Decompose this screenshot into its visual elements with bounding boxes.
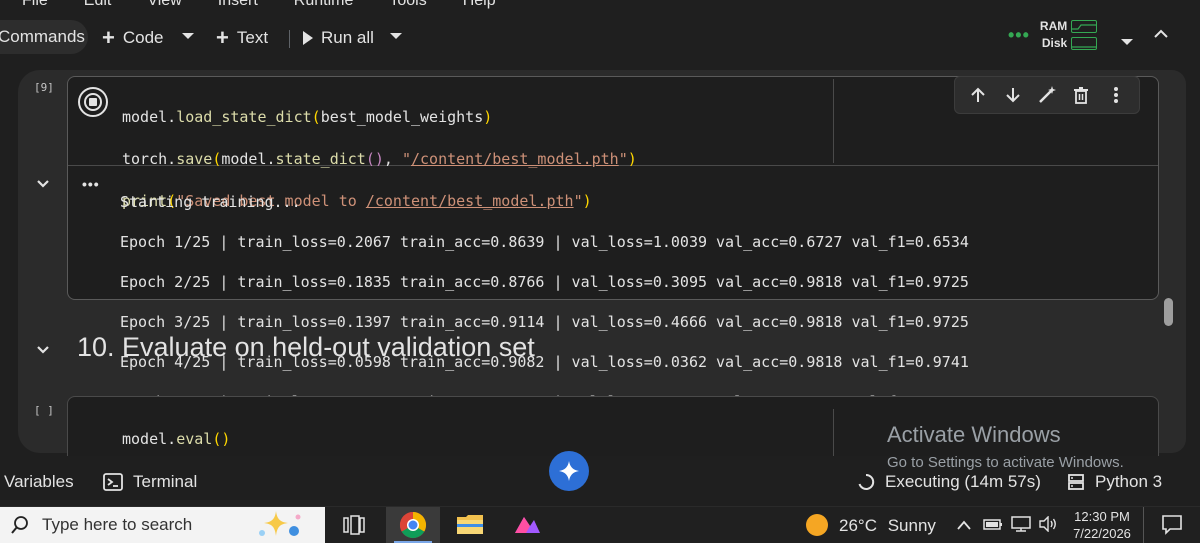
terminal-label: Terminal bbox=[133, 472, 198, 491]
menu-insert[interactable]: Insert bbox=[218, 0, 258, 10]
menu-runtime[interactable]: Runtime bbox=[294, 0, 354, 10]
clock-time: 12:30 PM bbox=[1074, 509, 1130, 524]
chevron-up-icon[interactable] bbox=[956, 518, 972, 532]
search-highlight-icon bbox=[259, 511, 301, 536]
battery-icon[interactable] bbox=[983, 517, 1003, 531]
menu-edit[interactable]: Edit bbox=[84, 0, 112, 10]
delete-icon[interactable] bbox=[1071, 85, 1091, 105]
chevron-down-icon bbox=[390, 33, 402, 39]
weather-text: Sunny bbox=[887, 516, 936, 535]
code-label: Code bbox=[122, 28, 164, 47]
toolbar-divider bbox=[289, 30, 290, 48]
output-line: Epoch 3/25 | train_loss=0.1397 train_acc… bbox=[120, 313, 969, 331]
ram-label: RAM bbox=[1039, 19, 1068, 33]
output-line: Epoch 1/25 | train_loss=0.2067 train_acc… bbox=[120, 233, 969, 251]
variables-label: Variables bbox=[4, 472, 74, 491]
clock[interactable]: 12:30 PM 7/22/2026 bbox=[1068, 508, 1136, 542]
task-view-icon[interactable] bbox=[343, 515, 365, 535]
taskbar-search[interactable] bbox=[0, 507, 325, 543]
weather-widget[interactable]: 26°C Sunny bbox=[839, 516, 936, 536]
section-collapse-icon[interactable] bbox=[35, 342, 51, 358]
cell-execution-count: [ ] bbox=[34, 404, 54, 417]
clickup-app-icon[interactable] bbox=[512, 511, 542, 537]
executing-label: Executing (14m 57s) bbox=[885, 472, 1041, 491]
activate-windows-watermark: Activate Windows Go to Settings to activ… bbox=[887, 422, 1124, 471]
search-icon bbox=[11, 516, 28, 534]
menu-tools[interactable]: Tools bbox=[389, 0, 426, 10]
python-runtime-label: Python 3 bbox=[1095, 472, 1163, 491]
server-icon bbox=[1068, 474, 1084, 490]
output-line: Starting training... bbox=[120, 193, 301, 211]
code-line-2: torch.save(model.state_dict(), "/content… bbox=[122, 150, 637, 168]
watermark-title: Activate Windows bbox=[887, 422, 1061, 447]
run-all-label: Run all bbox=[321, 28, 374, 47]
ram-sparkline-icon bbox=[1072, 24, 1097, 30]
cell-output: Starting training... Epoch 1/25 | train_… bbox=[120, 172, 969, 432]
output-line: Epoch 2/25 | train_loss=0.1835 train_acc… bbox=[120, 273, 969, 291]
menu-help[interactable]: Help bbox=[463, 0, 496, 10]
output-collapse-icon[interactable] bbox=[35, 176, 51, 192]
cell-divider bbox=[833, 79, 834, 163]
runtime-status[interactable]: Python 3 bbox=[1067, 472, 1162, 492]
menubar: File Edit View Insert Runtime Tools Help bbox=[0, 0, 1200, 10]
ram-usage-bar bbox=[1071, 20, 1098, 33]
code-dropdown-button[interactable] bbox=[182, 26, 194, 44]
disk-usage-bar bbox=[1071, 37, 1098, 50]
sparkle-icon bbox=[559, 461, 579, 481]
disk-sparkline-icon bbox=[1072, 46, 1097, 48]
terminal-button[interactable]: Terminal bbox=[103, 472, 197, 492]
cell-toolbar bbox=[954, 76, 1140, 114]
move-up-icon[interactable] bbox=[968, 85, 988, 105]
code-line-1: model.load_state_dict(best_model_weights… bbox=[122, 108, 493, 126]
stop-execution-button[interactable] bbox=[78, 87, 108, 117]
volume-icon[interactable] bbox=[1038, 516, 1058, 532]
chrome-icon bbox=[399, 511, 427, 539]
spinner-icon bbox=[858, 473, 875, 490]
search-input[interactable] bbox=[42, 515, 242, 535]
chevron-down-icon bbox=[182, 33, 194, 39]
commands-label: Commands bbox=[0, 27, 85, 46]
menu-file[interactable]: File bbox=[22, 0, 48, 10]
run-all-button[interactable]: Run all bbox=[303, 20, 374, 56]
plus-icon: + bbox=[216, 25, 229, 50]
weather-temp: 26°C bbox=[839, 516, 877, 535]
notification-icon bbox=[1162, 515, 1182, 535]
menu-view[interactable]: View bbox=[147, 0, 181, 10]
add-code-button[interactable]: + Code bbox=[102, 20, 164, 56]
commands-button[interactable]: Commands bbox=[0, 20, 88, 54]
run-all-dropdown-button[interactable] bbox=[390, 26, 402, 44]
clock-date: 7/22/2026 bbox=[1073, 526, 1131, 541]
resource-bars bbox=[1071, 20, 1098, 50]
watermark-subtitle: Go to Settings to activate Windows. bbox=[887, 454, 1124, 471]
connection-status-dots: ••• bbox=[1008, 24, 1030, 45]
add-text-button[interactable]: + Text bbox=[216, 20, 268, 56]
notebook-scrollbar[interactable] bbox=[1164, 298, 1173, 326]
file-explorer-icon[interactable] bbox=[456, 512, 484, 536]
edit-sparkle-icon[interactable] bbox=[1037, 85, 1057, 105]
resource-monitor[interactable]: ••• RAM Disk bbox=[1008, 18, 1098, 52]
output-actions-dots[interactable]: ••• bbox=[82, 176, 100, 192]
taskbar-chrome-active[interactable] bbox=[386, 507, 440, 543]
execution-status[interactable]: Executing (14m 57s) bbox=[857, 472, 1041, 492]
plus-icon: + bbox=[102, 25, 115, 50]
more-options-icon[interactable] bbox=[1106, 85, 1126, 105]
runtime-options-dropdown[interactable] bbox=[1121, 32, 1133, 50]
variables-button[interactable]: Variables bbox=[4, 472, 74, 492]
resource-labels: RAM Disk bbox=[1040, 18, 1067, 52]
network-icon[interactable] bbox=[1010, 515, 1032, 533]
disk-label: Disk bbox=[1041, 36, 1068, 50]
play-icon bbox=[303, 31, 313, 45]
section-heading: 10. Evaluate on held-out validation set bbox=[77, 332, 535, 362]
gemini-button[interactable] bbox=[549, 451, 589, 491]
notifications-button[interactable] bbox=[1143, 507, 1200, 543]
sun-weather-icon[interactable] bbox=[805, 513, 829, 537]
code-line-1: model.eval() bbox=[122, 430, 231, 448]
terminal-icon bbox=[103, 473, 123, 491]
text-label: Text bbox=[236, 28, 269, 47]
stop-icon bbox=[89, 98, 97, 106]
cell-execution-count: [9] bbox=[34, 81, 54, 94]
chevron-up-icon[interactable] bbox=[1153, 26, 1169, 42]
move-down-icon[interactable] bbox=[1003, 85, 1023, 105]
chevron-down-icon bbox=[1121, 39, 1133, 45]
